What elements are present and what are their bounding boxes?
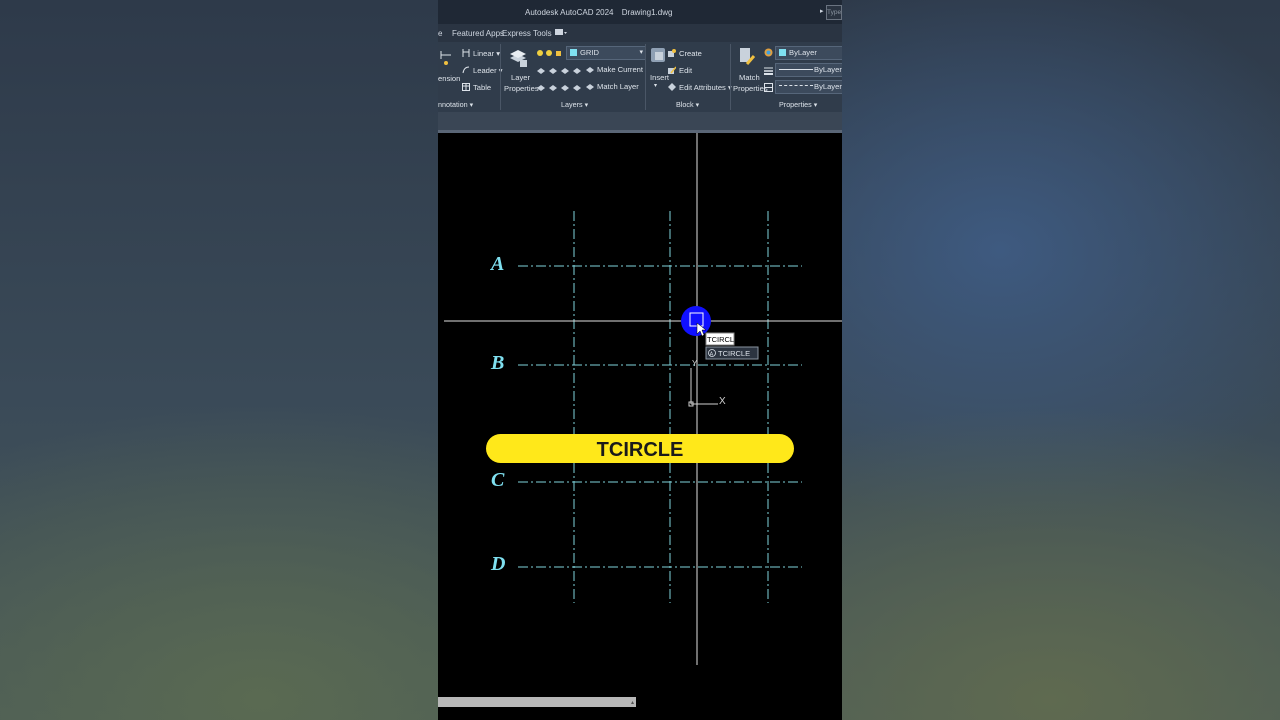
- lineweight-dropdown[interactable]: ByLayer: [775, 63, 842, 77]
- linear-button[interactable]: Linear ▾: [462, 49, 500, 58]
- grid-label-d: D: [490, 553, 505, 575]
- match-layer-icon: [586, 84, 594, 90]
- command-input-text: TCIRCLE: [707, 335, 739, 344]
- table-icon: [462, 83, 470, 91]
- grid-label-a: A: [489, 253, 504, 275]
- window-title: Autodesk AutoCAD 2024 Drawing1.dwg: [525, 8, 678, 17]
- edit-block-icon: [668, 66, 676, 74]
- layer-properties-label-1[interactable]: Layer: [511, 73, 530, 82]
- linear-icon: [462, 49, 470, 57]
- make-current-label: Make Current: [597, 65, 644, 74]
- tab-featured-apps[interactable]: Featured Apps: [452, 29, 504, 38]
- leader-button[interactable]: Leader ▾: [462, 66, 503, 75]
- click-highlight: [681, 306, 711, 336]
- search-box[interactable]: Type: [826, 5, 842, 20]
- edit-attributes-label: Edit Attributes: [679, 83, 726, 92]
- linetype-dropdown[interactable]: ByLayer: [775, 80, 842, 94]
- crosshair-cursor: [444, 133, 842, 665]
- table-label: Table: [473, 83, 492, 92]
- edit-block-button[interactable]: Edit: [668, 66, 692, 75]
- layer-tools-row-1[interactable]: [536, 65, 584, 77]
- color-swatch: [779, 49, 786, 56]
- layer-tools-row-2[interactable]: [536, 82, 584, 94]
- command-suggestion-text: TCIRCLE: [718, 349, 750, 358]
- linetype-value: ByLayer: [814, 82, 842, 91]
- block-panel-title[interactable]: Block ▾: [676, 100, 699, 109]
- tab-overflow-icon[interactable]: [554, 28, 568, 39]
- scroll-grip-icon[interactable]: ▴: [631, 699, 634, 706]
- annotation-panel-title[interactable]: nnotation ▾: [438, 100, 473, 109]
- match-properties-icon[interactable]: [738, 46, 756, 70]
- match-properties-label-2[interactable]: Properties: [733, 84, 768, 93]
- dimension-spark-icon: [442, 58, 454, 70]
- lineweight-preview: [779, 68, 813, 70]
- linetype-preview: [779, 85, 813, 87]
- current-layer: GRID: [580, 48, 599, 57]
- autocad-window: Autodesk AutoCAD 2024 Drawing1.dwg ▸ Typ…: [438, 0, 842, 720]
- tab-express-tools[interactable]: Express Tools: [502, 29, 552, 38]
- lineweight-icon: [764, 66, 773, 77]
- drawing-canvas[interactable]: A B C D TCIRCLE A TCIRCLE Y X TCIRCLE: [438, 133, 842, 720]
- ucs-x-label: X: [719, 396, 726, 407]
- match-properties-label-1[interactable]: Match: [739, 73, 760, 82]
- lineweight-value: ByLayer: [814, 65, 842, 74]
- chevron-down-icon: ▾: [639, 49, 643, 56]
- leader-label: Leader: [473, 66, 497, 75]
- insert-dropdown-icon[interactable]: ▾: [654, 82, 657, 89]
- separator: [730, 44, 731, 110]
- insert-label[interactable]: Insert: [650, 73, 669, 82]
- separator: [500, 44, 501, 110]
- make-current-icon: [586, 67, 594, 73]
- grid-label-c: C: [491, 469, 505, 491]
- layer-color-swatch: [570, 49, 577, 56]
- tab-cut[interactable]: e: [438, 29, 442, 38]
- dimension-label[interactable]: ension: [438, 74, 460, 83]
- make-current-button[interactable]: Make Current: [586, 65, 643, 74]
- layer-properties-icon[interactable]: [508, 46, 528, 70]
- insert-icon[interactable]: [649, 46, 667, 70]
- match-layer-label: Match Layer: [597, 82, 639, 91]
- color-dropdown[interactable]: ByLayer: [775, 46, 842, 60]
- app-name: Autodesk AutoCAD 2024: [525, 8, 614, 17]
- layers-panel-title[interactable]: Layers ▾: [561, 100, 588, 109]
- ribbon-tabs: e Featured Apps Express Tools: [438, 24, 842, 42]
- expand-arrow-icon[interactable]: ▸: [820, 7, 824, 15]
- command-banner-text: TCIRCLE: [597, 439, 684, 461]
- layer-dropdown[interactable]: GRID ▾: [566, 46, 646, 60]
- title-bar: Autodesk AutoCAD 2024 Drawing1.dwg ▸ Typ…: [438, 0, 842, 24]
- linear-label: Linear: [473, 49, 495, 58]
- leader-icon: [462, 66, 470, 74]
- create-label: Create: [679, 49, 702, 58]
- linetype-icon: [764, 83, 773, 94]
- edit-attributes-button[interactable]: Edit Attributes ▾: [668, 83, 732, 92]
- separator: [645, 44, 646, 110]
- horizontal-scrollbar[interactable]: ▴: [438, 697, 636, 707]
- table-button[interactable]: Table: [462, 83, 491, 92]
- create-block-icon: [668, 49, 676, 57]
- edit-attributes-icon: [668, 83, 676, 91]
- vertical-grid-lines: [573, 211, 769, 603]
- ribbon: ension Linear ▾ Leader ▾ Table nnotation…: [438, 42, 842, 112]
- edit-label: Edit: [679, 66, 693, 75]
- grid-label-b: B: [490, 352, 504, 374]
- ucs-y-label: Y: [692, 359, 698, 368]
- color-wheel-icon: [764, 48, 773, 59]
- layer-properties-label-2[interactable]: Properties: [504, 84, 539, 93]
- color-value: ByLayer: [789, 48, 817, 57]
- properties-panel-title[interactable]: Properties ▾: [779, 100, 817, 109]
- horizontal-grid-lines: [518, 265, 802, 568]
- file-name: Drawing1.dwg: [621, 8, 673, 17]
- create-block-button[interactable]: Create: [668, 49, 702, 58]
- match-layer-button[interactable]: Match Layer: [586, 82, 639, 91]
- layer-state-icons[interactable]: [536, 48, 566, 60]
- ribbon-footer-bar: [438, 112, 842, 132]
- ucs-icon: [688, 368, 718, 407]
